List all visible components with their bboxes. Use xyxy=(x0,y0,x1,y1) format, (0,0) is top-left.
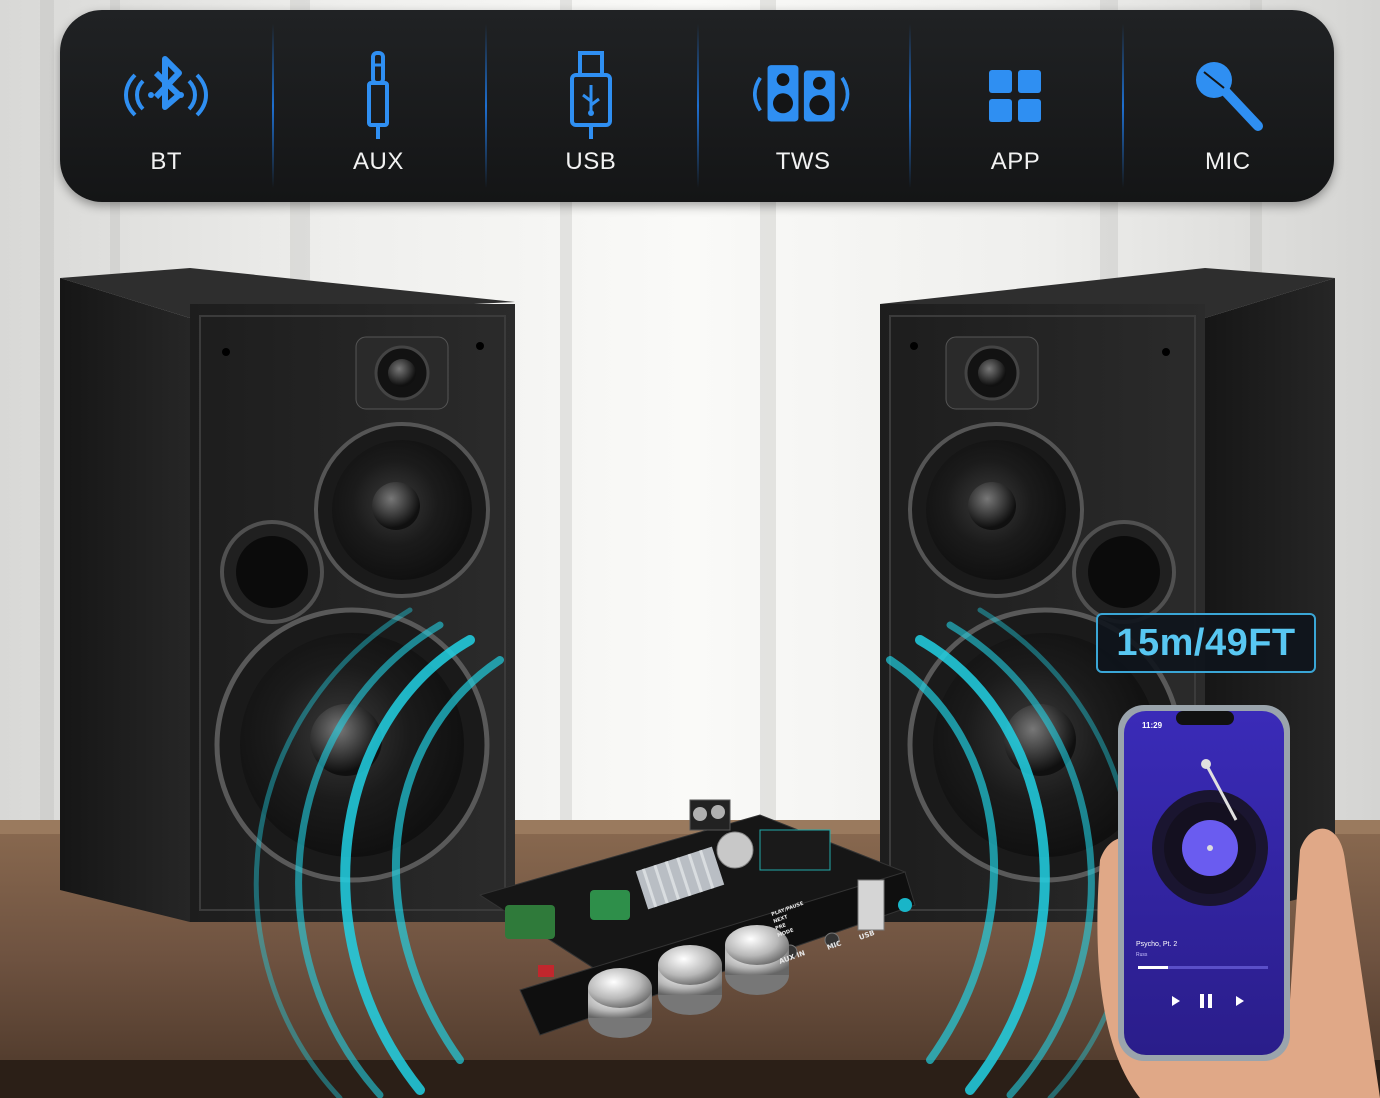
range-badge: 15m/49FT xyxy=(1096,613,1316,673)
bass-knob xyxy=(658,945,722,1015)
feature-usb: USB xyxy=(484,10,697,202)
feature-label: USB xyxy=(565,148,617,175)
feature-tws: TWS xyxy=(696,10,909,202)
microphone-icon xyxy=(1178,46,1278,146)
smartphone xyxy=(1118,705,1290,1061)
feature-label: AUX xyxy=(353,148,404,175)
feature-label: BT xyxy=(150,148,182,175)
usb-icon xyxy=(541,46,641,146)
app-grid-icon xyxy=(965,46,1065,146)
phone-artist: Russ xyxy=(1136,952,1148,958)
phone-song-title: Psycho, Pt. 2 xyxy=(1136,941,1177,948)
feature-bt: BT xyxy=(60,10,272,202)
phone-time: 11:29 xyxy=(1142,721,1163,730)
feature-aux: AUX xyxy=(272,10,484,202)
treble-knob xyxy=(588,968,652,1038)
feature-label: APP xyxy=(990,148,1041,175)
tws-speakers-icon xyxy=(753,46,853,146)
left-speaker xyxy=(60,268,515,922)
feature-app: APP xyxy=(909,10,1121,202)
feature-mic: MIC xyxy=(1121,10,1334,202)
bluetooth-icon xyxy=(116,46,216,146)
feature-bar: BT AUX USB TWS APP MIC xyxy=(60,10,1334,202)
feature-label: MIC xyxy=(1205,148,1251,175)
feature-label: TWS xyxy=(775,148,831,175)
aux-jack-icon xyxy=(328,46,428,146)
